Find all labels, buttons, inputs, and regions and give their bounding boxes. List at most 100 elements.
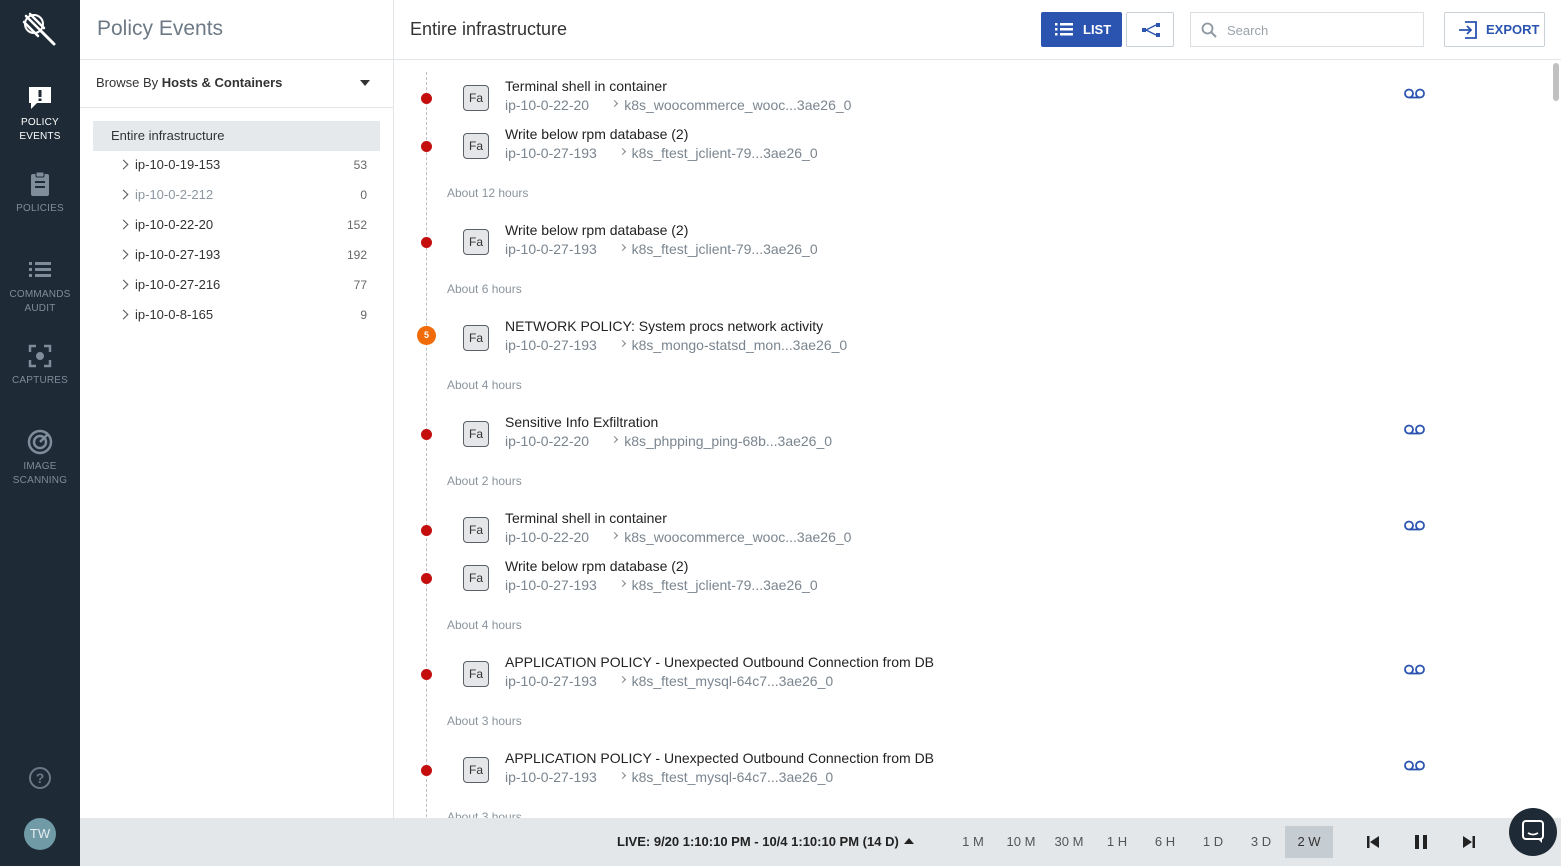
time-gap-label: About 4 hours (447, 378, 522, 392)
time-range-button[interactable]: 10 M (997, 818, 1045, 866)
event-title[interactable]: Terminal shell in container (505, 78, 667, 94)
event-row[interactable]: Fa Terminal shell in container ip-10-0-22-… (394, 510, 1494, 556)
nav-label: POLICIES (16, 203, 64, 214)
tree-item-host[interactable]: ip-10-0-27-193 192 (118, 245, 380, 265)
search-box[interactable] (1190, 12, 1424, 47)
chevron-right-icon (618, 675, 626, 684)
time-range-button[interactable]: 2 W (1285, 826, 1333, 858)
chevron-right-icon[interactable] (118, 159, 129, 170)
event-title[interactable]: NETWORK POLICY: System procs network act… (505, 318, 823, 334)
falco-rule-icon: Fa (463, 757, 489, 783)
tree-item-host[interactable]: ip-10-0-22-20 152 (118, 215, 380, 235)
page-title: Entire infrastructure (410, 19, 568, 39)
event-row[interactable]: Fa Write below rpm database (2) ip-10-0-27… (394, 222, 1494, 268)
event-title[interactable]: APPLICATION POLICY - Unexpected Outbound… (505, 654, 934, 670)
list-label: LIST (1083, 22, 1112, 37)
severity-dot (421, 573, 432, 584)
time-range-button[interactable]: 3 D (1237, 818, 1285, 866)
capture-recording-icon[interactable] (1404, 664, 1425, 675)
capture-recording-icon[interactable] (1404, 424, 1425, 435)
time-range-button[interactable]: 1 D (1189, 818, 1237, 866)
host-name: ip-10-0-19-153 (135, 157, 221, 172)
pause-icon[interactable] (1411, 832, 1431, 852)
graph-view-button[interactable] (1126, 12, 1174, 47)
severity-dot (421, 429, 432, 440)
event-host: ip-10-0-22-20 (505, 97, 590, 113)
falco-rule-icon: Fa (463, 85, 489, 111)
falco-rule-icon: Fa (463, 661, 489, 687)
event-host: ip-10-0-27-193 (505, 769, 597, 785)
chevron-right-icon[interactable] (118, 249, 129, 260)
scrollbar-thumb[interactable] (1553, 63, 1559, 101)
export-button[interactable]: EXPORT (1444, 12, 1545, 47)
nav-label: POLICY EVENTS (19, 117, 61, 142)
avatar[interactable]: TW (24, 818, 56, 850)
event-title[interactable]: Write below rpm database (2) (505, 222, 688, 238)
nav-image-scanning[interactable]: IMAGE SCANNING (0, 428, 80, 488)
falco-rule-icon: Fa (463, 325, 489, 351)
help-icon[interactable]: ? (29, 767, 51, 789)
capture-recording-icon[interactable] (1404, 88, 1425, 99)
tree-item-host[interactable]: ip-10-0-27-216 77 (118, 275, 380, 295)
scrollbar[interactable] (1552, 60, 1561, 818)
time-range-button[interactable]: 30 M (1045, 818, 1093, 866)
tree-item-host[interactable]: ip-10-0-8-165 9 (118, 305, 380, 325)
severity-dot (421, 765, 432, 776)
skip-back-icon[interactable] (1363, 832, 1383, 852)
tree-root-entire-infrastructure[interactable]: Entire infrastructure (93, 121, 380, 151)
event-row[interactable]: Fa Write below rpm database (2) ip-10-0-27… (394, 126, 1494, 172)
export-icon (1459, 21, 1477, 39)
nav-commands-audit[interactable]: COMMANDS AUDIT (0, 256, 80, 316)
host-name: ip-10-0-22-20 (135, 217, 214, 232)
event-title[interactable]: Write below rpm database (2) (505, 126, 688, 142)
event-container: k8s_ftest_mysql-64c7...3ae26_0 (631, 673, 834, 689)
chevron-right-icon[interactable] (118, 189, 129, 200)
capture-recording-icon[interactable] (1404, 520, 1425, 531)
time-range-button[interactable]: 1 M (949, 818, 997, 866)
chat-launcher-button[interactable] (1509, 808, 1557, 856)
caret-down-icon[interactable] (360, 80, 370, 86)
time-gap-label: About 3 hours (447, 810, 522, 818)
chevron-right-icon (618, 243, 626, 252)
chevron-right-icon[interactable] (118, 309, 129, 320)
event-title[interactable]: Write below rpm database (2) (505, 558, 688, 574)
tree-item-host[interactable]: ip-10-0-19-153 53 (118, 155, 380, 175)
live-time-range[interactable]: LIVE: 9/20 1:10:10 PM - 10/4 1:10:10 PM … (617, 834, 899, 849)
chevron-right-icon (618, 771, 626, 780)
nav-captures[interactable]: CAPTURES (0, 342, 80, 388)
nav-policies[interactable]: POLICIES (0, 170, 80, 216)
chevron-right-icon[interactable] (118, 219, 129, 230)
nav-policy-events[interactable]: POLICY EVENTS (0, 84, 80, 144)
host-name: ip-10-0-27-216 (135, 277, 221, 292)
time-navigation-bar: LIVE: 9/20 1:10:10 PM - 10/4 1:10:10 PM … (80, 818, 1561, 866)
event-host: ip-10-0-27-193 (505, 145, 597, 161)
chevron-right-icon (618, 147, 626, 156)
time-gap-label: About 12 hours (447, 186, 529, 200)
tree-item-host[interactable]: ip-10-0-2-212 0 (118, 185, 380, 205)
event-title[interactable]: Terminal shell in container (505, 510, 667, 526)
time-range-button[interactable]: 6 H (1141, 818, 1189, 866)
chevron-right-icon[interactable] (118, 279, 129, 290)
event-count: 77 (353, 278, 367, 292)
caret-up-icon[interactable] (904, 838, 914, 844)
event-count: 192 (346, 248, 367, 262)
severity-dot (421, 669, 432, 680)
event-row[interactable]: Fa APPLICATION POLICY - Unexpected Outbou… (394, 750, 1494, 796)
chevron-right-icon (611, 435, 619, 444)
export-label: EXPORT (1486, 22, 1540, 37)
event-row[interactable]: Fa Sensitive Info Exfiltration ip-10-0-22-… (394, 414, 1494, 460)
time-range-button[interactable]: 1 H (1093, 818, 1141, 866)
event-row[interactable]: Fa Terminal shell in container ip-10-0-22-… (394, 78, 1494, 124)
event-row[interactable]: Fa Write below rpm database (2) ip-10-0-27… (394, 558, 1494, 604)
browse-by-dropdown[interactable]: Browse By Hosts & Containers (96, 75, 282, 90)
event-row[interactable]: Fa APPLICATION POLICY - Unexpected Outbou… (394, 654, 1494, 700)
skip-forward-icon[interactable] (1459, 832, 1479, 852)
event-title[interactable]: Sensitive Info Exfiltration (505, 414, 658, 430)
search-input[interactable] (1227, 21, 1412, 39)
list-view-button[interactable]: LIST (1041, 12, 1122, 47)
event-title[interactable]: APPLICATION POLICY - Unexpected Outbound… (505, 750, 934, 766)
host-name: ip-10-0-2-212 (135, 187, 214, 202)
event-row[interactable]: 5 Fa NETWORK POLICY: System procs network … (394, 318, 1494, 364)
capture-recording-icon[interactable] (1404, 760, 1425, 771)
sysdig-logo-icon[interactable] (20, 10, 60, 50)
